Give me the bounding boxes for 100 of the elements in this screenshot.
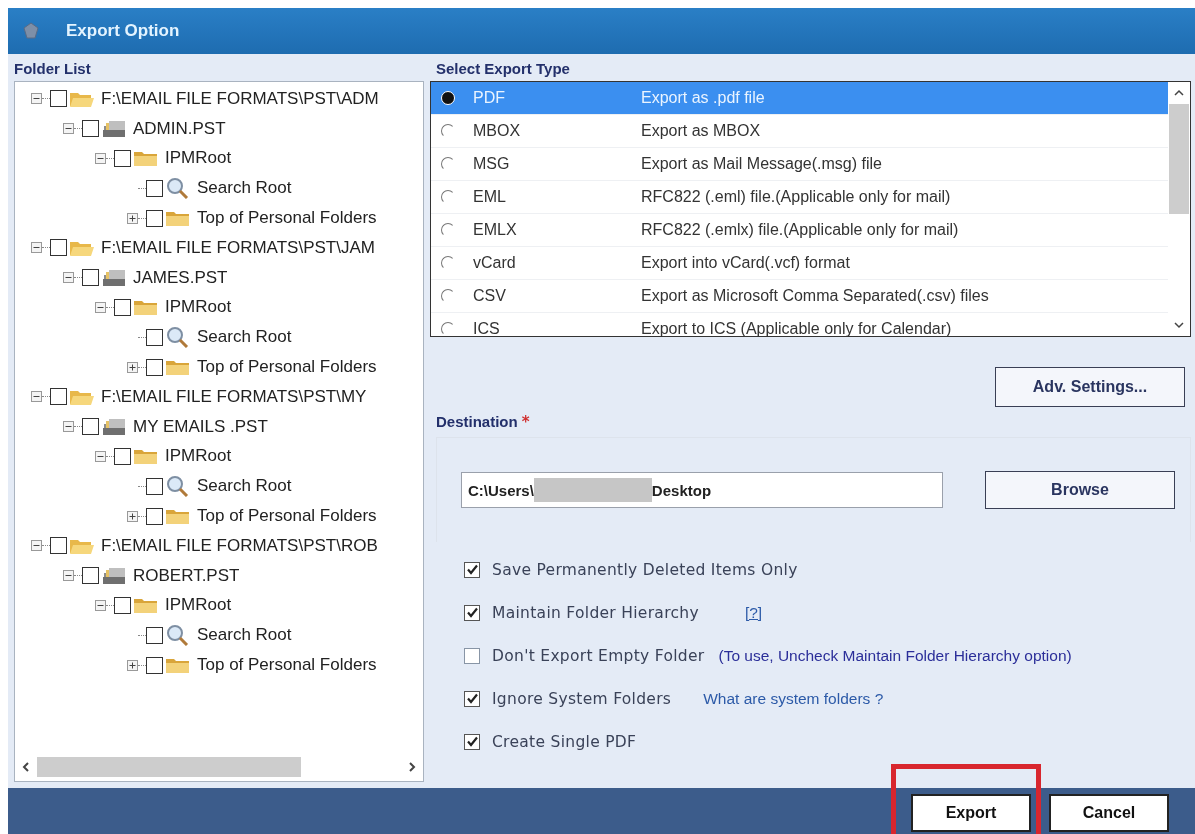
folder-icon [133,596,159,615]
checkbox[interactable] [114,298,131,316]
tree-item[interactable]: Top of Personal Folders [197,506,377,527]
checkbox[interactable] [50,90,67,108]
tree-item[interactable]: JAMES.PST [133,267,228,288]
export-type-row[interactable]: EMLX RFC822 (.emlx) file.(Applicable only for mail) [431,214,1168,247]
checkbox[interactable] [146,358,163,376]
destination-label: Destination [436,413,518,430]
file-stack-icon [101,268,127,287]
tree-item[interactable]: Top of Personal Folders [197,357,377,378]
adv-settings-button[interactable]: Adv. Settings... [995,367,1185,407]
tree-item[interactable]: Search Root [197,327,292,348]
browse-button[interactable]: Browse [985,471,1175,509]
expand-toggle[interactable] [95,153,106,164]
scroll-down-icon[interactable] [1173,320,1185,330]
tree-item[interactable]: IPMRoot [165,446,232,467]
checkbox[interactable] [146,209,163,227]
checkbox[interactable] [114,447,131,465]
checkbox[interactable] [82,120,99,138]
checkbox[interactable] [146,179,163,197]
tree-item[interactable]: Top of Personal Folders [197,655,377,676]
tree-item[interactable]: ADMIN.PST [133,118,226,139]
tree-item[interactable]: MY EMAILS .PST [133,416,268,437]
dialog-button[interactable]: Export [911,794,1031,832]
help-link[interactable]: What are system folders ? [703,689,884,708]
expand-toggle[interactable] [127,361,138,373]
checkbox[interactable] [464,690,480,707]
expand-toggle[interactable] [95,599,106,611]
checkbox[interactable] [464,604,480,621]
tree-item[interactable]: F:\EMAIL FILE FORMATS\PST\ADM [101,88,379,109]
checkbox[interactable] [50,239,67,257]
tree-item[interactable]: IPMRoot [165,595,232,616]
type-name: vCard [473,254,517,272]
hint-text: (To use, Uncheck Maintain Folder Hierarchy option) [718,646,1072,665]
tree-item[interactable]: Search Root [197,625,292,646]
checkbox[interactable] [146,507,163,525]
scroll-up-icon[interactable] [1173,88,1185,98]
path-text: C:\Users\ [468,481,534,499]
dialog-button[interactable]: Cancel [1049,794,1169,832]
checkbox[interactable] [146,477,163,495]
option-label: Create Single PDF [492,732,637,751]
expand-toggle[interactable] [31,391,42,403]
type-description: Export as Mail Message(.msg) file [641,155,882,173]
app-icon [22,22,40,40]
expand-toggle[interactable] [127,659,138,671]
tree-item[interactable]: IPMRoot [165,148,232,169]
checkbox[interactable] [82,567,99,585]
search-icon [165,326,191,349]
expand-toggle[interactable] [63,123,74,135]
tree-item[interactable]: IPMRoot [165,297,232,318]
checkbox[interactable] [114,596,131,614]
export-type-row[interactable]: vCard Export into vCard(.vcf) format [431,247,1168,280]
option-label: Ignore System Folders [492,689,672,708]
checkbox[interactable] [464,561,480,578]
search-icon [165,475,191,498]
expand-toggle[interactable] [127,212,138,224]
checkbox[interactable] [50,388,67,406]
type-description: Export as MBOX [641,122,761,140]
expand-toggle[interactable] [127,510,138,522]
checkbox[interactable] [146,328,163,346]
expand-toggle[interactable] [95,450,106,462]
tree-item[interactable]: F:\EMAIL FILE FORMATS\PST\ROB [101,535,378,556]
export-type-row[interactable]: EML RFC822 (.eml) file.(Applicable only for mail) [431,181,1168,214]
window-title: Export Option [66,21,180,41]
destination-field[interactable]: C:\Users\ Desktop [461,472,943,508]
tree-item[interactable]: F:\EMAIL FILE FORMATS\PST\MY [101,386,367,407]
folder-icon [133,149,159,168]
checkbox[interactable] [50,537,67,555]
tree-item[interactable]: Search Root [197,476,292,497]
scroll-right-icon[interactable] [407,761,417,773]
expand-toggle[interactable] [31,242,42,254]
checkbox[interactable] [146,626,163,644]
scroll-left-icon[interactable] [21,761,31,773]
export-type-row[interactable]: MSG Export as Mail Message(.msg) file [431,148,1168,181]
expand-toggle[interactable] [31,93,42,105]
checkbox[interactable] [464,733,480,750]
help-link[interactable]: [?] [744,603,763,622]
tree-item[interactable]: ROBERT.PST [133,565,240,586]
expand-toggle[interactable] [63,570,74,582]
tree-item[interactable]: F:\EMAIL FILE FORMATS\PST\JAM [101,237,375,258]
path-text: Desktop [651,481,712,499]
folder-icon [165,656,191,675]
checkbox[interactable] [114,150,131,167]
checkbox[interactable] [82,269,99,287]
expand-toggle[interactable] [31,540,42,552]
checkbox[interactable] [464,647,480,664]
type-name: EML [473,188,507,206]
tree-item[interactable]: Top of Personal Folders [197,208,377,229]
horizontal-scrollbar[interactable] [21,755,417,779]
type-description: RFC822 (.emlx) file.(Applicable only for mail) [641,221,959,239]
expand-toggle[interactable] [63,272,74,284]
checkbox[interactable] [146,656,163,674]
checkbox[interactable] [82,418,99,436]
type-name: ICS [473,320,501,336]
export-type-row[interactable]: MBOX Export as MBOX [431,115,1168,148]
type-description: RFC822 (.eml) file.(Applicable only for mail) [641,188,951,206]
tree-item[interactable]: Search Root [197,178,292,199]
expand-toggle[interactable] [63,421,74,433]
expand-toggle[interactable] [95,301,106,313]
export-type-row[interactable]: CSV Export as Microsoft Comma Separated(.csv) files [431,280,1168,313]
